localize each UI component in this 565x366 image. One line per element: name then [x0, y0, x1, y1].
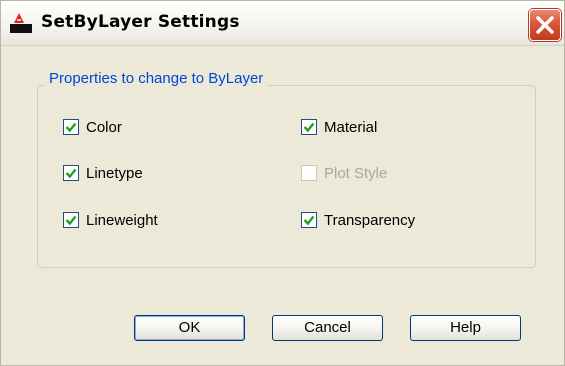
plot-style-label: Plot Style: [324, 165, 388, 182]
checkbox-box[interactable]: [63, 119, 79, 135]
checkbox-box[interactable]: [301, 119, 317, 135]
dialog-title: SetByLayer Settings: [41, 12, 240, 32]
checkbox-box[interactable]: [63, 212, 79, 228]
transparency-label: Transparency: [324, 212, 416, 229]
setbylayer-dialog: SetByLayer Settings Properties to change…: [0, 0, 565, 366]
ok-button[interactable]: OK: [134, 315, 245, 341]
checkmark-icon: [65, 122, 77, 133]
checkmark-icon: [303, 215, 315, 226]
checkbox-box: [301, 165, 317, 181]
checkbox-box[interactable]: [63, 165, 79, 181]
autocad-icon: [9, 12, 33, 34]
properties-group-label: Properties to change to ByLayer: [45, 70, 268, 87]
checkmark-icon: [303, 122, 315, 133]
material-label: Material: [324, 119, 378, 136]
linetype-label: Linetype: [86, 165, 143, 182]
checkmark-icon: [65, 215, 77, 226]
color-label: Color: [86, 119, 122, 136]
checkbox-box[interactable]: [301, 212, 317, 228]
title-bar[interactable]: SetByLayer Settings: [1, 1, 564, 46]
lineweight-label: Lineweight: [86, 212, 158, 229]
cancel-button[interactable]: Cancel: [272, 315, 383, 341]
checkmark-icon: [65, 168, 77, 179]
help-button[interactable]: Help: [410, 315, 521, 341]
close-button[interactable]: [529, 9, 561, 41]
